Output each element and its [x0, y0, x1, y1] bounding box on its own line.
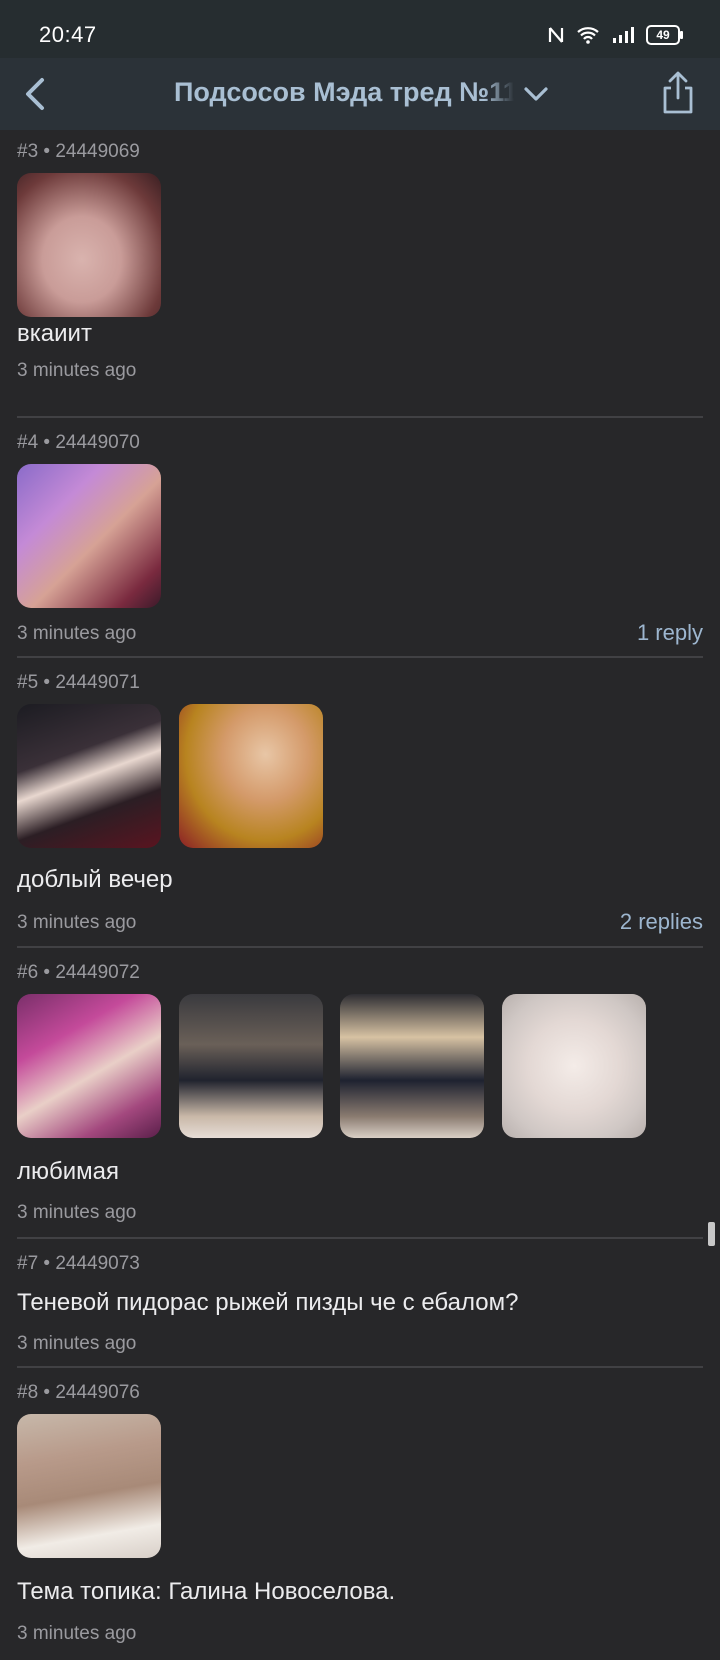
post-time: 3 minutes ago — [17, 1202, 137, 1223]
post-image[interactable] — [17, 464, 161, 608]
share-icon — [663, 71, 693, 114]
post-time: 3 minutes ago — [17, 912, 137, 933]
post-text: Теневой пидорас рыжей пизды че с ебалом? — [17, 1289, 519, 1316]
post-image[interactable] — [179, 994, 323, 1138]
post-text: доблый вечер — [17, 866, 173, 893]
thread-nav-bar: Подсосов Мэда тред №11 — [0, 58, 720, 130]
post-header[interactable]: #4 • 24449070 — [17, 432, 140, 454]
status-bar: 20:47 49 — [0, 0, 720, 58]
status-time: 20:47 — [39, 22, 97, 47]
chevron-down-icon — [524, 87, 548, 101]
post-header[interactable]: #5 • 24449071 — [17, 672, 140, 694]
post-text: вкаиит — [17, 320, 92, 347]
battery-indicator: 49 — [646, 25, 683, 45]
post-header[interactable]: #6 • 24449072 — [17, 962, 140, 984]
post-text: Тема топика: Галина Новоселова. — [17, 1578, 396, 1605]
post-header[interactable]: #7 • 24449073 — [17, 1253, 140, 1275]
post-text: любимая — [17, 1158, 119, 1185]
post-header[interactable]: #8 • 24449076 — [17, 1382, 140, 1404]
replies-link[interactable]: 1 reply — [637, 620, 703, 646]
title-fade — [484, 74, 514, 114]
scrollbar-thumb[interactable] — [708, 1222, 715, 1246]
post-time: 3 minutes ago — [17, 623, 137, 644]
status-icons: 49 — [548, 25, 683, 45]
wifi-icon — [577, 27, 599, 44]
post-image[interactable] — [17, 994, 161, 1138]
post-time: 3 minutes ago — [17, 1623, 137, 1644]
post-image[interactable] — [179, 704, 323, 848]
post-time: 3 minutes ago — [17, 360, 137, 381]
post-7: #7 • 24449073 Теневой пидорас рыжей пизд… — [17, 1239, 703, 1367]
post-8: #8 • 24449076 Тема топика: Галина Новосе… — [17, 1368, 703, 1658]
back-button[interactable] — [18, 74, 58, 114]
replies-link[interactable]: 2 replies — [620, 909, 703, 935]
share-button[interactable] — [658, 70, 698, 116]
post-image[interactable] — [17, 704, 161, 848]
post-5: #5 • 24449071 доблый вечер 3 minutes ago… — [17, 658, 703, 948]
thread-menu-button[interactable] — [522, 82, 550, 106]
post-header[interactable]: #3 • 24449069 — [17, 141, 140, 163]
post-image[interactable] — [17, 173, 161, 317]
post-image[interactable] — [502, 994, 646, 1138]
chevron-left-icon — [26, 78, 44, 110]
post-image[interactable] — [340, 994, 484, 1138]
post-3: #3 • 24449069 вкаиит 3 minutes ago — [17, 132, 703, 412]
post-time: 3 minutes ago — [17, 1333, 137, 1354]
signal-icon — [613, 27, 634, 43]
post-6: #6 • 24449072 любимая 3 minutes ago — [17, 948, 703, 1236]
thread-title[interactable]: Подсосов Мэда тред №11 — [174, 77, 514, 108]
post-4: #4 • 24449070 3 minutes ago 1 reply — [17, 418, 703, 658]
nfc-icon — [548, 27, 564, 43]
post-image[interactable] — [17, 1414, 161, 1558]
